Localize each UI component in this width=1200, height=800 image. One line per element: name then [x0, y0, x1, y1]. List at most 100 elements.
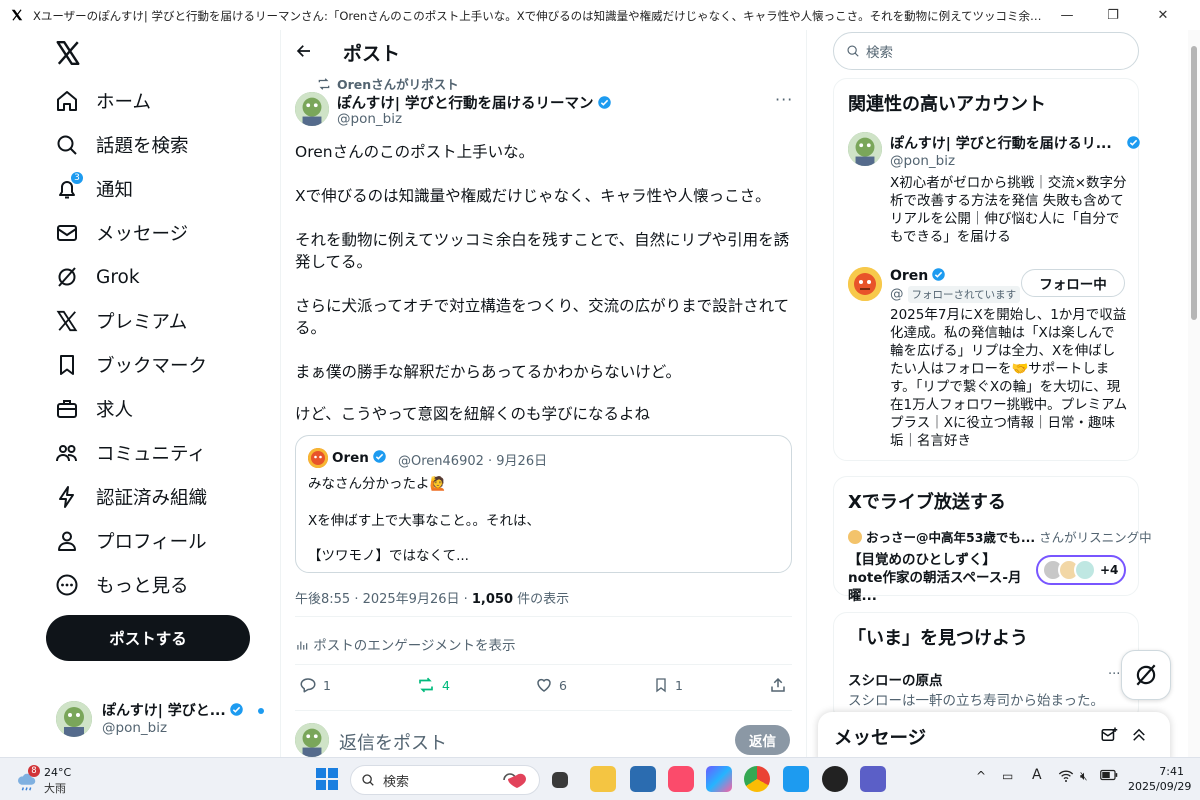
store-icon[interactable]	[630, 766, 656, 792]
grok-button[interactable]	[1121, 650, 1171, 700]
author-handle[interactable]: @pon_biz	[337, 111, 402, 127]
task-view-icon[interactable]	[552, 772, 568, 788]
engagement-label: ポストのエンゲージメントを表示	[313, 638, 516, 654]
weather-widget[interactable]: 8 24°C 大雨	[16, 765, 86, 795]
file-explorer-icon[interactable]	[590, 766, 616, 792]
repost-context[interactable]: Orenさんがリポスト	[317, 74, 459, 93]
bell-icon: 3	[54, 171, 84, 202]
nav-grok[interactable]: Grok	[54, 260, 140, 294]
reply-action[interactable]: 1	[299, 676, 331, 694]
window-title-bar: Xユーザーのぽんすけ| 学びと行動を届けるリーマンさん:「Orenさんのこのポス…	[0, 0, 1200, 30]
divider	[295, 664, 792, 665]
nav-grok-label: Grok	[96, 266, 140, 288]
clock-date: 2025/09/29	[1128, 780, 1192, 793]
chevron-up-icon[interactable]	[1130, 726, 1148, 748]
account-handle: @pon_biz	[102, 720, 168, 736]
post-timestamp[interactable]: 午後8:55 · 2025年9月26日 ·	[295, 592, 472, 607]
scrollbar-thumb[interactable]	[1191, 46, 1197, 320]
teams-icon[interactable]	[860, 766, 886, 792]
search-input[interactable]: 検索	[833, 32, 1139, 70]
following-button[interactable]: フォロー中	[1021, 269, 1125, 297]
x-logo-icon[interactable]	[55, 40, 81, 66]
post-detail: ポスト Orenさんがリポスト ぽんすけ| 学びと行動を届けるリーマン @pon…	[281, 30, 807, 757]
account-bio: X初心者がゼロから挑戦｜交流×数字分析で改善する方法を発信 失敗も含めてリアルを…	[890, 175, 1127, 245]
bookmark-action[interactable]: 1	[653, 676, 683, 694]
battery-icon[interactable]	[1100, 769, 1118, 784]
speaker-muted-icon[interactable]: 🔇︎	[1080, 769, 1088, 784]
wifi-icon[interactable]	[1058, 769, 1074, 786]
nav-explore[interactable]: 話題を検索	[54, 128, 189, 162]
nav-notifications-label: 通知	[96, 180, 134, 201]
clock[interactable]: 7:41 2025/09/29	[1128, 764, 1192, 794]
ime-icon[interactable]: A	[1032, 767, 1042, 783]
live-card: Xでライブ放送する おっさー@中高年53歳でも... さんがリスニング中 【目覚め…	[833, 476, 1152, 604]
reply-input[interactable]: 返信をポスト	[339, 729, 447, 755]
m365-icon[interactable]	[706, 766, 732, 792]
nav-premium[interactable]: プレミアム	[54, 304, 187, 338]
back-arrow-icon[interactable]	[295, 42, 313, 65]
quoted-post[interactable]: Oren @Oren46902 · 9月26日 みなさん分かったよ🙋 Xを伸ばす…	[295, 435, 792, 573]
scrollbar[interactable]	[1188, 30, 1200, 757]
live-listeners[interactable]: +4	[1036, 555, 1126, 585]
windows-start-icon[interactable]	[316, 768, 338, 794]
verified-badge-icon	[932, 268, 946, 281]
account-avatar[interactable]	[848, 267, 882, 301]
chrome-icon[interactable]	[744, 766, 770, 792]
post-meta: 午後8:55 · 2025年9月26日 · 1,050 件の表示	[295, 588, 569, 607]
nav-verified-orgs[interactable]: 認証済み組織	[54, 480, 207, 514]
nav-communities[interactable]: コミュニティ	[54, 436, 206, 470]
community-icon	[54, 440, 80, 466]
minimize-button[interactable]: —	[1044, 4, 1090, 26]
like-action[interactable]: 6	[535, 676, 567, 694]
more-options-icon[interactable]: ···	[1108, 667, 1120, 682]
author-avatar[interactable]	[295, 92, 329, 126]
keyboard-icon[interactable]: ▭	[1002, 769, 1013, 783]
divider	[295, 710, 792, 711]
messages-drawer[interactable]: メッセージ	[818, 712, 1170, 762]
twitter-app-icon[interactable]	[783, 766, 809, 792]
nav-home[interactable]: ホーム	[54, 84, 151, 118]
taskbar-search[interactable]: 検索	[350, 765, 540, 795]
new-message-icon[interactable]	[1100, 726, 1118, 748]
heart-icon	[537, 678, 551, 692]
nav-messages[interactable]: メッセージ	[54, 216, 188, 250]
live-space-title[interactable]: 【目覚めのひとしずく】note作家の朝活スペース-月曜...	[848, 551, 1028, 605]
listener-avatar	[1074, 559, 1096, 581]
music-icon[interactable]	[668, 766, 694, 792]
engagement-link[interactable]: ポストのエンゲージメントを表示	[295, 634, 516, 654]
close-button[interactable]: ✕	[1140, 4, 1186, 26]
nav-more-label: もっと見る	[96, 576, 189, 597]
repost-count: 4	[442, 677, 450, 693]
maximize-button[interactable]: ❐	[1090, 4, 1136, 26]
live-host[interactable]: おっさー@中高年53歳でも... さんがリスニング中	[848, 527, 1152, 546]
repost-action[interactable]: 4	[416, 676, 450, 694]
author-name[interactable]: ぽんすけ| 学びと行動を届けるリーマン	[337, 96, 594, 112]
notification-badge: 3	[70, 171, 84, 185]
podcast-icon[interactable]	[822, 766, 848, 792]
trend-name[interactable]: スシローの原点	[848, 669, 943, 689]
x-icon	[54, 308, 80, 334]
weather-condition: 大雨	[44, 782, 66, 795]
nav-bookmarks[interactable]: ブックマーク	[54, 348, 207, 382]
taskbar-search-label: 検索	[383, 774, 410, 790]
account-avatar[interactable]	[848, 132, 882, 166]
more-options-icon[interactable]: ···	[775, 90, 793, 109]
chevron-up-icon[interactable]: ^	[976, 769, 986, 783]
post-paragraph: けど、こうやって意図を紐解くのも学びになるよね	[295, 405, 650, 423]
composer-avatar	[295, 723, 329, 757]
nav-jobs[interactable]: 求人	[54, 392, 133, 426]
account-name[interactable]: Oren	[890, 268, 928, 284]
temperature: 24°C	[44, 766, 72, 779]
trend-description: スシローは一軒の立ち寿司から始まった。	[848, 693, 1104, 709]
nav-profile[interactable]: プロフィール	[54, 524, 207, 558]
account-switcher[interactable]: ぽんすけ| 学びと... @pon_biz	[56, 698, 271, 742]
post-button[interactable]: ポストする	[46, 615, 250, 661]
page-title: ポスト	[343, 43, 401, 65]
nav-more[interactable]: もっと見る	[54, 568, 189, 602]
account-name[interactable]: ぽんすけ| 学びと行動を届けるリ...	[890, 136, 1112, 152]
share-action[interactable]	[769, 676, 793, 694]
live-title: Xでライブ放送する	[848, 492, 1006, 513]
nav-notifications[interactable]: 3 通知	[54, 171, 134, 206]
nav-bookmarks-label: ブックマーク	[96, 356, 208, 377]
reply-button[interactable]: 返信	[735, 725, 790, 755]
